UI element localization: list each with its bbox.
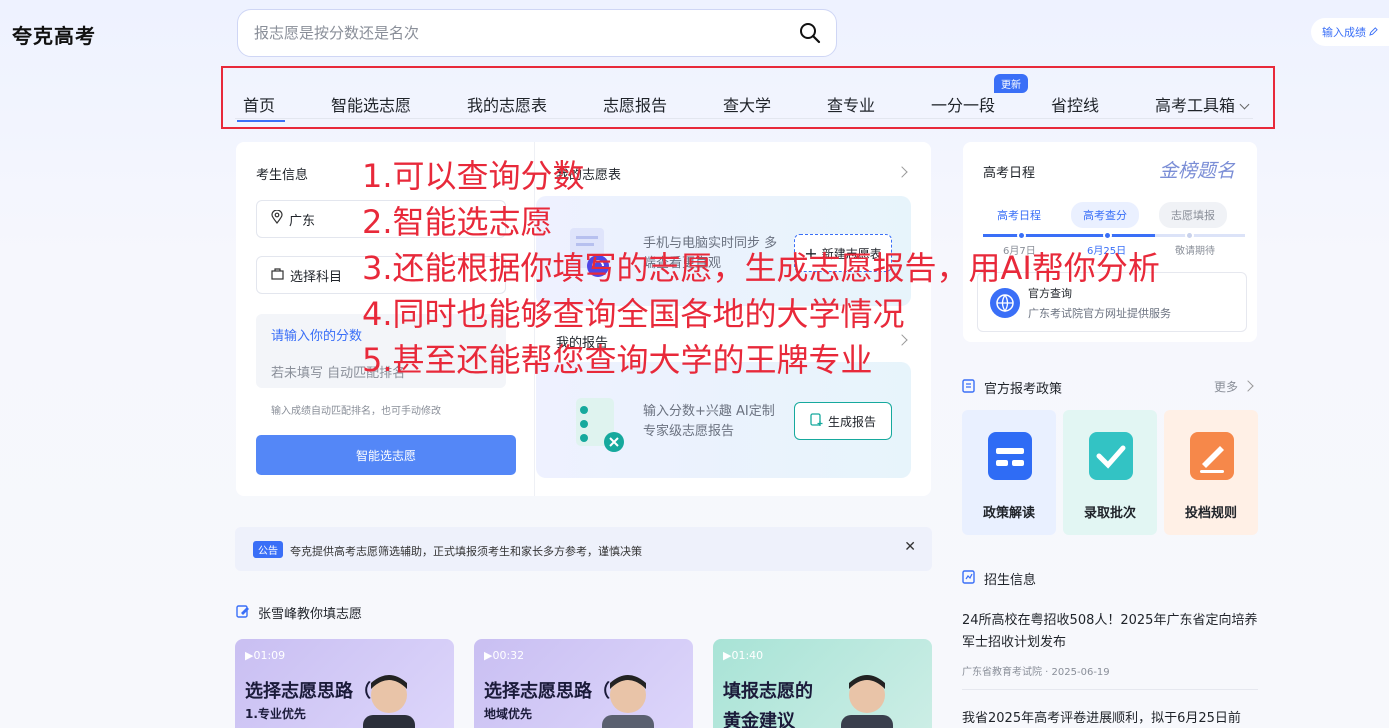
tile-label: 政策解读 — [982, 506, 1035, 521]
edit-note-icon — [236, 604, 250, 622]
nav-smart-select[interactable]: 智能选志愿 — [331, 92, 411, 116]
video-duration: ▶00:32 — [484, 649, 525, 662]
generate-report-button[interactable]: 生成报告 — [794, 402, 892, 440]
presenter-image — [363, 675, 415, 728]
search-input[interactable] — [254, 24, 798, 42]
annotation-line-3: 3.还能根据你填写的志愿，生成志愿报告，用AI帮你分析 — [362, 249, 1160, 287]
annotation-line-5: 5.甚至还能帮您查询大学的王牌专业 — [362, 341, 873, 379]
nav-universities[interactable]: 查大学 — [723, 92, 771, 116]
schedule-timeline — [983, 231, 1245, 240]
report-icon — [570, 396, 630, 456]
video-card-2[interactable]: ▶00:32 选择志愿思路（下） 地域优先 — [474, 639, 693, 728]
annotation-line-2: 2.智能选志愿 — [362, 203, 553, 241]
admission-section-label: 招生信息 — [984, 573, 1037, 588]
policy-section-title: 官方报考政策 — [962, 378, 1062, 397]
nav-toolbox-label: 高考工具箱 — [1155, 96, 1236, 115]
score-input-label[interactable]: 请输入你的分数 — [271, 325, 362, 344]
nav-my-table[interactable]: 我的志愿表 — [467, 92, 547, 116]
video-card-3[interactable]: ▶01:40 填报志愿的 黄金建议 — [713, 639, 932, 728]
globe-icon — [990, 288, 1020, 318]
pencil-icon — [1369, 26, 1378, 39]
timeline-dot — [1185, 231, 1194, 240]
search-icon[interactable] — [798, 21, 822, 45]
policy-doc-icon — [988, 432, 1032, 480]
video-subtitle: 黄金建议 — [723, 711, 795, 728]
video-title: 填报志愿的 — [723, 681, 813, 702]
chevron-right-icon[interactable] — [896, 166, 908, 178]
nav-home[interactable]: 首页 — [243, 92, 275, 116]
score-hint: 输入成绩自动匹配排名，也可手动修改 — [271, 406, 441, 417]
presenter-image — [602, 675, 654, 728]
nav-active-indicator — [237, 120, 285, 122]
province-value: 广东 — [289, 213, 316, 229]
nav-divider — [235, 118, 1253, 119]
schedule-title: 高考日程 — [983, 166, 1036, 181]
enter-score-button[interactable]: 输入成绩 — [1311, 18, 1389, 46]
date-label: 敬请期待 — [1175, 246, 1215, 257]
rules-pencil-icon — [1190, 432, 1234, 480]
video-section-title: 张雪峰教你填志愿 — [236, 603, 362, 622]
policy-section-label: 官方报考政策 — [984, 382, 1063, 397]
student-info-title: 考生信息 — [256, 168, 309, 183]
video-section-label: 张雪峰教你填志愿 — [258, 607, 363, 622]
close-icon[interactable]: ✕ — [904, 539, 916, 555]
search-box[interactable] — [237, 9, 837, 57]
chevron-right-icon — [1242, 380, 1254, 392]
official-query-desc: 广东考试院官方网址提供服务 — [1028, 307, 1171, 320]
chevron-right-icon[interactable] — [896, 334, 908, 346]
checkmark-icon — [1089, 432, 1133, 480]
annotation-line-4: 4.同时也能够查询全国各地的大学情况 — [362, 295, 905, 333]
annotation-line-1: 1.可以查询分数 — [362, 157, 585, 195]
main-nav: 首页 智能选志愿 我的志愿表 志愿报告 查大学 查专业 一分一段 更新 省控线 … — [221, 66, 1275, 129]
tile-filing-rules[interactable]: 投档规则 — [1164, 410, 1258, 535]
schedule-logo: 金榜题名 — [1159, 160, 1236, 182]
tile-label: 录取批次 — [1083, 506, 1136, 521]
video-duration: ▶01:09 — [245, 649, 286, 662]
news-divider — [962, 689, 1258, 690]
report-add-icon — [810, 412, 824, 430]
nav-toolbox[interactable]: 高考工具箱 — [1155, 92, 1250, 116]
tile-label: 投档规则 — [1184, 506, 1237, 521]
tab-score-query[interactable]: 高考查分 — [1071, 202, 1139, 228]
enter-score-label: 输入成绩 — [1322, 26, 1366, 39]
tab-exam-schedule[interactable]: 高考日程 — [985, 202, 1053, 228]
tile-admission-batch[interactable]: 录取批次 — [1063, 410, 1157, 535]
tile-policy-interpret[interactable]: 政策解读 — [962, 410, 1056, 535]
nav-report[interactable]: 志愿报告 — [603, 92, 667, 116]
notice-text: 夸克提供高考志愿筛选辅助，正式填报须考生和家长多方参考，谨慎决策 — [290, 545, 642, 558]
notice-bar: 公告 夸克提供高考志愿筛选辅助，正式填报须考生和家长多方参考，谨慎决策 ✕ — [235, 527, 932, 571]
policy-more-link[interactable]: 更多 — [1214, 378, 1254, 395]
policy-book-icon — [962, 378, 976, 397]
notice-tag: 公告 — [253, 541, 283, 558]
video-card-1[interactable]: ▶01:09 选择志愿思路（上） 1.专业优先 — [235, 639, 454, 728]
video-duration: ▶01:40 — [723, 649, 764, 662]
generate-report-label: 生成报告 — [827, 414, 876, 429]
video-subtitle: 1.专业优先 — [245, 707, 306, 721]
chevron-down-icon — [1239, 99, 1250, 110]
update-badge: 更新 — [994, 74, 1028, 93]
subject-value: 选择科目 — [290, 269, 343, 285]
timeline-dot — [1103, 231, 1112, 240]
news-item-title[interactable]: 我省2025年高考评卷进展顺利，拟于6月25日前 — [962, 707, 1258, 726]
presenter-image — [841, 675, 893, 728]
nav-majors[interactable]: 查专业 — [827, 92, 875, 116]
admission-section-title: 招生信息 — [962, 569, 1036, 588]
location-icon — [271, 209, 283, 228]
admission-icon — [962, 569, 976, 588]
schedule-card: 高考日程 金榜题名 高考日程 高考查分 志愿填报 6月7日 6月25日 敬请期待… — [963, 142, 1257, 342]
news-item-title[interactable]: 24所高校在粤招收508人！2025年广东省定向培养军士招收计划发布 — [962, 610, 1258, 654]
nav-score-rank[interactable]: 一分一段 — [931, 92, 995, 116]
nav-control-line[interactable]: 省控线 — [1051, 92, 1099, 116]
subject-icon — [271, 267, 284, 284]
my-report-desc: 输入分数+兴趣 AI定制专家级志愿报告 — [643, 404, 775, 439]
news-item-meta: 广东省教育考试院 · 2025-06-19 — [962, 667, 1110, 678]
tab-volunteer-fill[interactable]: 志愿填报 — [1159, 202, 1227, 228]
smart-select-button[interactable]: 智能选志愿 — [256, 435, 516, 475]
timeline-progress — [983, 234, 1155, 237]
app-brand[interactable]: 夸克高考 — [12, 20, 96, 49]
video-subtitle: 地域优先 — [484, 707, 533, 721]
timeline-dot — [1017, 231, 1026, 240]
